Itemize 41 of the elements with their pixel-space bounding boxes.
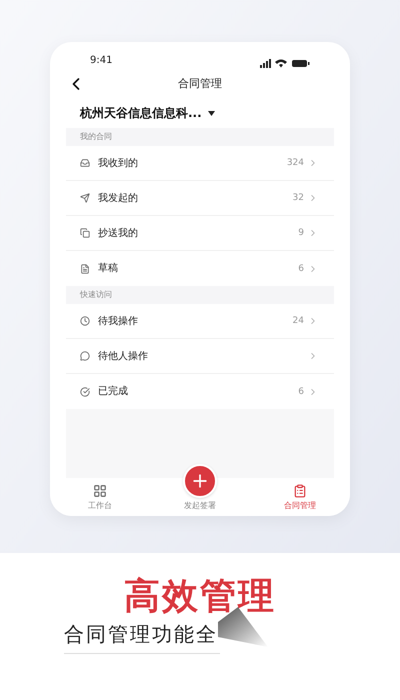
row-count: 6 xyxy=(298,264,304,274)
document-icon xyxy=(80,264,90,274)
list-row[interactable]: 草稿 6 xyxy=(66,251,334,286)
chat-icon xyxy=(80,351,90,361)
status-icons xyxy=(260,58,310,68)
tab-item[interactable]: 合同管理 xyxy=(260,484,340,512)
row-label: 已完成 xyxy=(98,384,129,399)
promo-headline: 高效管理 xyxy=(124,577,276,617)
section-header: 快速访问 xyxy=(66,286,334,304)
row-label: 我收到的 xyxy=(98,156,139,170)
list-row[interactable]: 抄送我的 9 xyxy=(66,216,334,251)
list-row[interactable]: 我收到的 324 xyxy=(66,146,334,181)
copy-icon xyxy=(80,228,90,238)
send-icon xyxy=(80,193,90,203)
nav-title: 合同管理 xyxy=(178,76,222,92)
row-count: 32 xyxy=(292,193,304,203)
row-label: 草稿 xyxy=(98,262,119,276)
grid-icon xyxy=(93,484,107,498)
inbox-icon xyxy=(80,158,90,168)
list-row[interactable]: 我发起的 32 xyxy=(66,181,334,216)
row-count: 24 xyxy=(292,316,304,326)
tab-item[interactable]: 工作台 xyxy=(60,484,140,512)
row-label: 待我操作 xyxy=(98,314,139,328)
company-name[interactable]: 杭州天谷信息信息科... xyxy=(80,104,202,122)
row-label: 待他人操作 xyxy=(98,350,149,364)
check-circle-icon xyxy=(80,386,90,396)
row-count: 9 xyxy=(298,228,304,238)
clock-icon xyxy=(80,316,90,326)
tab-label[interactable]: 发起签署 xyxy=(184,500,216,512)
add-button[interactable] xyxy=(183,464,217,498)
section-header: 我的合同 xyxy=(66,128,334,146)
row-label: 抄送我的 xyxy=(98,226,139,240)
row-count: 6 xyxy=(298,386,304,396)
dropdown-caret-icon[interactable] xyxy=(208,110,215,116)
row-label: 我发起的 xyxy=(98,192,139,206)
list-row[interactable]: 待他人操作 xyxy=(66,339,334,374)
row-count: 324 xyxy=(286,158,304,168)
clipboard-icon xyxy=(293,484,307,498)
status-time: 9:41 xyxy=(90,54,112,68)
list-row[interactable]: 已完成 6 xyxy=(66,374,334,409)
list-row[interactable]: 待我操作 24 xyxy=(66,304,334,339)
